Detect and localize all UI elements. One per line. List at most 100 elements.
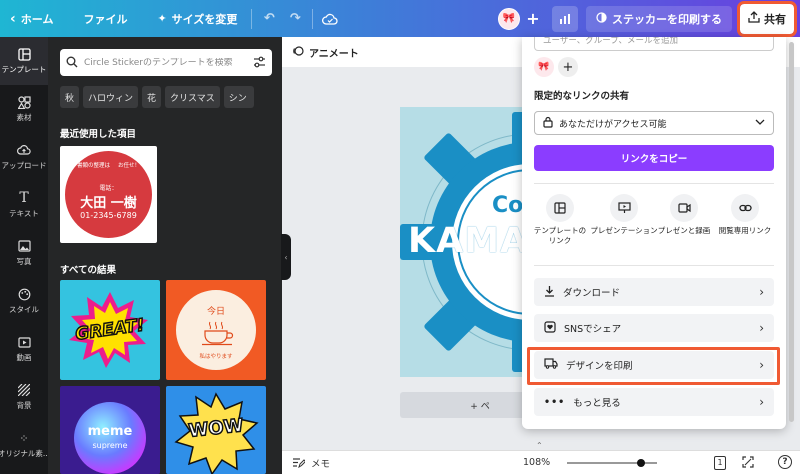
link-share-title: 限定的なリンクの共有 — [534, 91, 630, 102]
filter-sliders-icon[interactable] — [253, 53, 266, 72]
copy-link-button[interactable]: リンクをコピー — [534, 145, 774, 171]
sidebar-item-original-assets[interactable]: ⁘ オリジナル素... — [0, 421, 51, 469]
sidebar-item-label: オリジナル素... — [0, 449, 51, 458]
row-label: ダウンロード — [563, 288, 621, 299]
sticker-name: 大田 一樹 — [80, 196, 137, 211]
page-count-badge[interactable]: 1 — [714, 456, 726, 470]
search-input[interactable] — [84, 57, 234, 68]
template-search-box[interactable] — [60, 49, 272, 76]
template-link-option[interactable]: テンプレートの リンク — [528, 194, 592, 246]
sidebar-item-background[interactable]: 背景 — [0, 373, 48, 421]
template-thumb-great[interactable]: GREAT! — [60, 280, 160, 380]
sidebar-item-label: アップロード — [1, 161, 47, 170]
sidebar-item-text[interactable]: T テキスト — [0, 181, 48, 229]
cloud-upload-icon — [17, 143, 31, 157]
social-share-row[interactable]: SNSでシェア › — [534, 314, 774, 342]
zoom-slider-knob[interactable] — [636, 459, 645, 467]
resize-label: サイズを変更 — [171, 12, 238, 26]
chevron-down-icon — [755, 118, 765, 128]
divider — [534, 183, 774, 184]
download-row[interactable]: ダウンロード › — [534, 278, 774, 306]
sticker-phone-label: 電話： — [99, 185, 118, 192]
share-panel-scrollbar[interactable] — [789, 42, 794, 422]
option-label: プレゼンと録画 — [657, 226, 711, 235]
file-menu[interactable]: ファイル — [63, 0, 137, 37]
add-person-icon[interactable]: + — [558, 57, 578, 77]
half-circle-icon — [596, 11, 607, 26]
present-record-option[interactable]: プレゼンと録画 — [652, 194, 716, 236]
sidebar-item-videos[interactable]: 動画 — [0, 325, 48, 373]
chevron-right-icon: › — [759, 321, 764, 335]
cloud-sync-icon[interactable] — [317, 6, 343, 32]
text-t-icon: T — [19, 190, 29, 206]
stripes-icon — [17, 383, 31, 397]
print-stickers-label: ステッカーを印刷する — [612, 12, 722, 26]
add-people-input[interactable]: ユーザー、グループ、メールを追加 — [534, 37, 774, 51]
avatar[interactable]: 🎀 — [498, 7, 520, 30]
chip-halloween[interactable]: ハロウィン — [83, 86, 139, 108]
video-play-icon — [17, 335, 31, 349]
home-button[interactable]: ‹ ホーム — [0, 0, 63, 37]
zoom-level[interactable]: 108% — [523, 457, 550, 468]
undo-icon[interactable]: ↶ — [256, 6, 282, 32]
sidebar-item-uploads[interactable]: アップロード — [0, 133, 48, 181]
resize-button[interactable]: ✦ サイズを変更 — [137, 0, 247, 37]
template-thumb-meme[interactable]: meme supreme — [60, 386, 160, 474]
sidebar-item-label: 動画 — [16, 353, 32, 362]
chip-flower[interactable]: 花 — [142, 86, 162, 108]
chip-christmas[interactable]: クリスマス — [165, 86, 220, 108]
sidebar-item-styles[interactable]: スタイル — [0, 277, 48, 325]
sidebar-item-label: テンプレート — [1, 65, 47, 74]
bottom-bar: メモ 108% 1 ? — [282, 450, 800, 474]
canva-editor: ‹ ホーム ファイル ✦ サイズを変更 ↶ ↷ 🎀 + ステッカーを印刷する 共… — [0, 0, 800, 474]
chip-autumn[interactable]: 秋 — [60, 86, 80, 108]
template-thumb-wow[interactable]: WOW — [166, 386, 266, 474]
sidebar-item-elements[interactable]: 素材 — [0, 85, 48, 133]
notes-icon[interactable] — [292, 457, 305, 468]
left-sidebar: テンプレート 素材 アップロード T テキスト 写真 スタイル 動画 背景 ⁘ … — [0, 37, 51, 474]
access-select[interactable]: あなただけがアクセス可能 — [534, 111, 774, 135]
row-label: もっと見る — [573, 398, 621, 409]
add-collaborator-icon[interactable]: + — [522, 8, 544, 30]
view-only-link-option[interactable]: 閲覧専用リンク — [713, 194, 777, 236]
template-icon — [546, 194, 574, 222]
panel-collapse-tab[interactable]: ‹ — [281, 234, 291, 280]
more-row[interactable]: ••• もっと見る › — [534, 388, 774, 416]
divider — [534, 265, 774, 266]
scroll-up-chevron[interactable]: ⌃ — [536, 441, 543, 450]
video-camera-icon — [670, 194, 698, 222]
template-thumb-today[interactable]: 今日 私はやります — [166, 280, 266, 380]
sidebar-item-templates[interactable]: テンプレート — [0, 37, 48, 85]
option-label: テンプレートの リンク — [533, 226, 587, 245]
today-text: 今日 — [206, 307, 225, 317]
file-label: ファイル — [83, 12, 128, 26]
recent-template-thumb[interactable]: 書類の整理は お任せ！ 電話： 大田 一樹 01-2345-6789 — [60, 146, 157, 243]
access-value: あなただけがアクセス可能 — [559, 119, 667, 130]
chip-simple[interactable]: シン — [223, 86, 254, 108]
print-stickers-button[interactable]: ステッカーを印刷する — [586, 5, 732, 32]
shapes-icon — [17, 95, 31, 109]
topbar-right: 🎀 + ステッカーを印刷する 共有 — [498, 0, 800, 37]
redo-icon[interactable]: ↷ — [282, 6, 308, 32]
red-sticker-circle: 書類の整理は お任せ！ 電話： 大田 一樹 01-2345-6789 — [65, 151, 152, 238]
sidebar-item-photos[interactable]: 写真 — [0, 229, 48, 277]
print-design-row[interactable]: デザインを印刷 › — [534, 351, 774, 379]
share-button[interactable]: 共有 — [737, 0, 797, 37]
fullscreen-icon[interactable] — [742, 456, 754, 468]
animate-label[interactable]: アニメート — [309, 45, 359, 60]
present-option[interactable]: プレゼンテーション — [590, 194, 658, 236]
help-icon[interactable]: ? — [778, 455, 792, 469]
home-label: ホーム — [20, 12, 54, 26]
chevron-right-icon: › — [759, 358, 764, 372]
sidebar-item-label: 写真 — [16, 257, 32, 266]
animate-icon[interactable] — [292, 45, 304, 60]
option-label: プレゼンテーション — [590, 226, 658, 235]
collaborator-avatar[interactable]: 🎀 — [534, 57, 554, 77]
memo-label[interactable]: メモ — [311, 456, 330, 470]
zoom-slider[interactable] — [567, 459, 657, 467]
sidebar-item-label: 素材 — [16, 113, 32, 122]
meme-text: meme — [87, 424, 133, 439]
share-label: 共有 — [764, 12, 786, 26]
insights-chart-icon[interactable] — [552, 5, 578, 32]
palette-icon — [17, 287, 31, 301]
